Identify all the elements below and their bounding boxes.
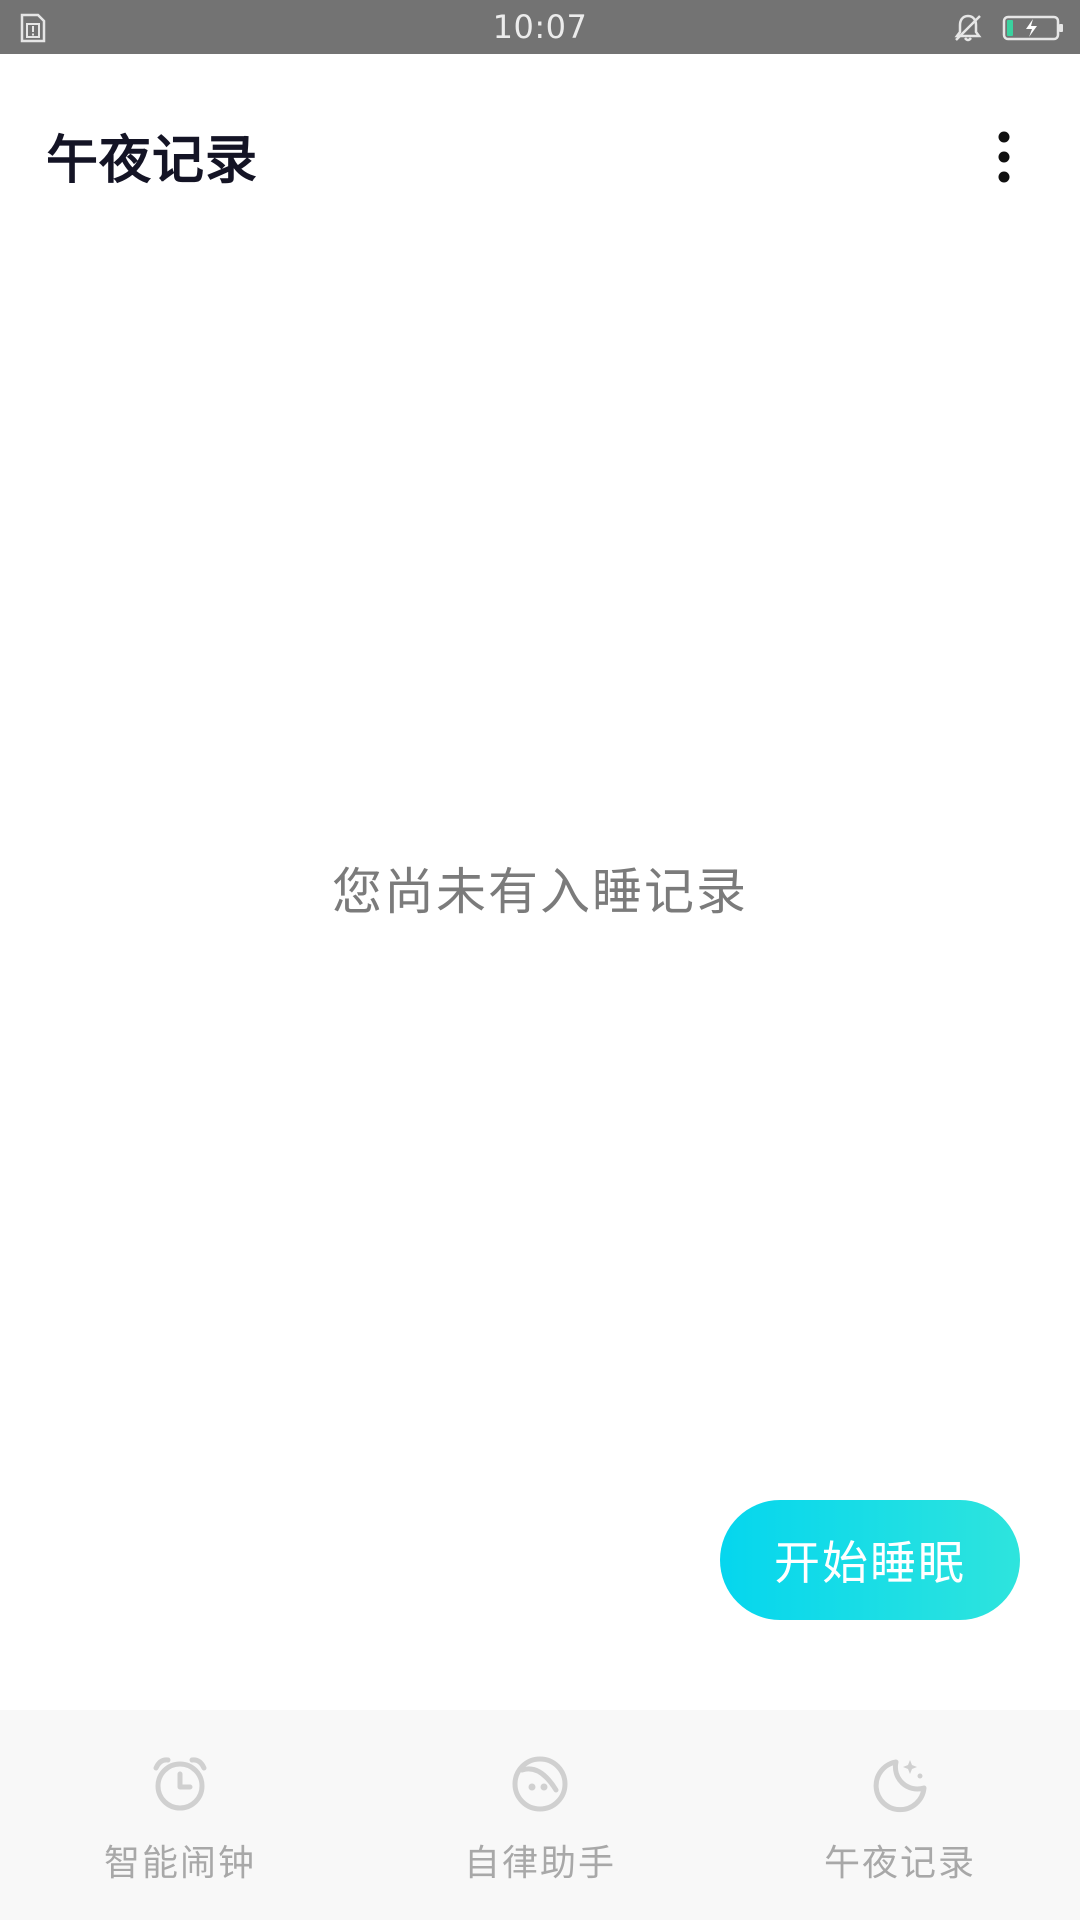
page-title: 午夜记录 bbox=[46, 131, 259, 191]
more-options-button[interactable] bbox=[980, 122, 1028, 192]
start-sleep-button[interactable]: 开始睡眠 bbox=[720, 1500, 1020, 1620]
bottom-nav: 智能闹钟 自律助手 午夜记录 bbox=[0, 1710, 1080, 1920]
moon-stars-icon bbox=[873, 1759, 927, 1813]
more-vertical-icon bbox=[998, 131, 1010, 183]
alarm-clock-icon bbox=[153, 1757, 207, 1811]
nav-item-self-discipline[interactable]: 自律助手 bbox=[360, 1710, 720, 1920]
nav-label-smart-alarm: 智能闹钟 bbox=[103, 1843, 256, 1884]
empty-state-message: 您尚未有入睡记录 bbox=[332, 863, 748, 921]
bell-muted-icon bbox=[954, 14, 982, 42]
nav-item-midnight-record[interactable]: 午夜记录 bbox=[720, 1710, 1080, 1920]
screen: 10:07 午夜记录 您尚未有入睡记录 开始睡眠 智能闹钟 自律助手 午夜记录 bbox=[0, 0, 1080, 1920]
nav-label-self-discipline: 自律助手 bbox=[463, 1843, 616, 1884]
assistant-face-icon bbox=[512, 1756, 568, 1812]
battery-charging-icon bbox=[1002, 15, 1063, 41]
nav-label-midnight-record: 午夜记录 bbox=[823, 1843, 976, 1884]
status-bar: 10:07 bbox=[0, 0, 1080, 54]
status-time: 10:07 bbox=[492, 8, 588, 46]
nav-item-smart-alarm[interactable]: 智能闹钟 bbox=[0, 1710, 360, 1920]
